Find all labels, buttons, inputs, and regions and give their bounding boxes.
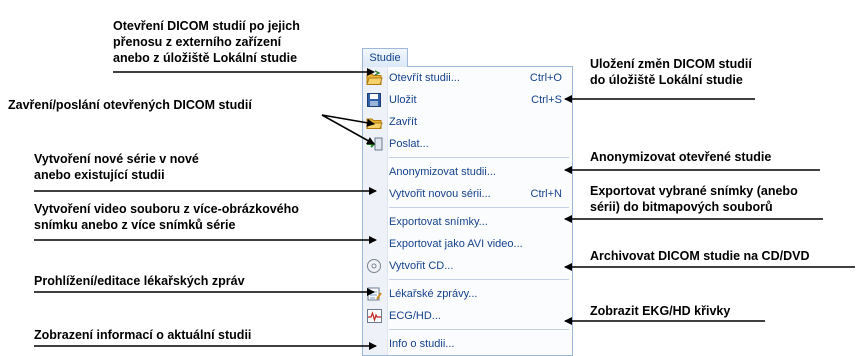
menu-item-label: Lékařské zprávy...: [389, 288, 478, 300]
menu-item-label: Vytvořit CD...: [389, 260, 454, 272]
menu-separator: [389, 329, 569, 330]
save-disk-icon: [366, 92, 383, 108]
menu-item-label: ECG/HD...: [389, 310, 441, 322]
annotation-close-send: Zavření/poslání otevřených DICOM studií: [8, 98, 252, 112]
menu-separator: [389, 207, 569, 208]
menu-item-label: Exportovat snímky...: [389, 216, 488, 228]
annotation-video-file: Vytvoření video souboru z více-obrázkové…: [34, 202, 299, 232]
annotation-save-changes: Uložení změn DICOM studií do úložiště Lo…: [590, 57, 752, 87]
menu-item-label: Poslat...: [389, 138, 429, 150]
annotation-medical-reports: Prohlížení/editace lékařských zpráv: [34, 274, 245, 288]
annotation-archive-cd: Archivovat DICOM studie na CD/DVD: [590, 249, 810, 263]
menu-item-shortcut: Ctrl+S: [531, 94, 562, 106]
menu-item-shortcut: Ctrl+N: [530, 188, 562, 200]
menu-item-label: Anonymizovat studii...: [389, 166, 496, 178]
menu-item-label: Info o studii...: [389, 338, 455, 350]
report-icon: [366, 286, 383, 302]
annotation-ekg-curves: Zobrazit EKG/HD křivky: [590, 304, 731, 318]
menu-item-send[interactable]: Poslat...: [363, 133, 572, 155]
menu-item-close[interactable]: Zavřít: [363, 111, 572, 133]
menu-item-shortcut: Ctrl+O: [529, 72, 562, 84]
menu-item-create-cd[interactable]: Vytvořit CD...: [363, 255, 572, 277]
menu-item-open-study[interactable]: Otevřít studii... Ctrl+O: [363, 67, 572, 89]
menu-item-anonymize[interactable]: Anonymizovat studii...: [363, 161, 572, 183]
menu-item-export-images[interactable]: Exportovat snímky...: [363, 211, 572, 233]
open-folder-icon: [366, 70, 383, 86]
menu-item-label: Uložit: [389, 94, 417, 106]
menu-item-export-avi[interactable]: Exportovat jako AVI video...: [363, 233, 572, 255]
ecg-icon: [366, 308, 383, 324]
annotation-study-info: Zobrazení informací o aktuální studii: [34, 328, 252, 342]
menu-item-save[interactable]: Uložit Ctrl+S: [363, 89, 572, 111]
menu-item-label: Otevřít studii...: [389, 72, 460, 84]
close-folder-icon: [366, 114, 383, 130]
send-icon: [366, 136, 383, 152]
annotation-export-images: Exportovat vybrané snímky (anebo sérii) …: [590, 184, 798, 214]
menu-item-label: Zavřít: [389, 116, 418, 128]
menu-tab-studie[interactable]: Studie: [362, 48, 408, 67]
menu-item-label: Vytvořit novou sérii...: [389, 188, 491, 200]
menu-item-study-info[interactable]: Info o studii...: [363, 333, 572, 355]
annotation-open-studies: Otevření DICOM studií po jejich přenosu …: [113, 19, 300, 65]
menu-item-new-series[interactable]: Vytvořit novou sérii... Ctrl+N: [363, 183, 572, 205]
studie-menu-panel: Otevřít studii... Ctrl+O Uložit Ctrl+S Z…: [362, 66, 573, 356]
menu-item-medical-reports[interactable]: Lékařské zprávy...: [363, 283, 572, 305]
annotation-new-series: Vytvoření nové série v nové anebo existu…: [34, 152, 199, 182]
menu-separator: [389, 157, 569, 158]
menu-item-ecg-hd[interactable]: ECG/HD...: [363, 305, 572, 327]
cd-icon: [366, 258, 383, 274]
annotation-anonymize: Anonymizovat otevřené studie: [590, 150, 772, 164]
menu-item-label: Exportovat jako AVI video...: [389, 238, 523, 250]
menu-separator: [389, 279, 569, 280]
